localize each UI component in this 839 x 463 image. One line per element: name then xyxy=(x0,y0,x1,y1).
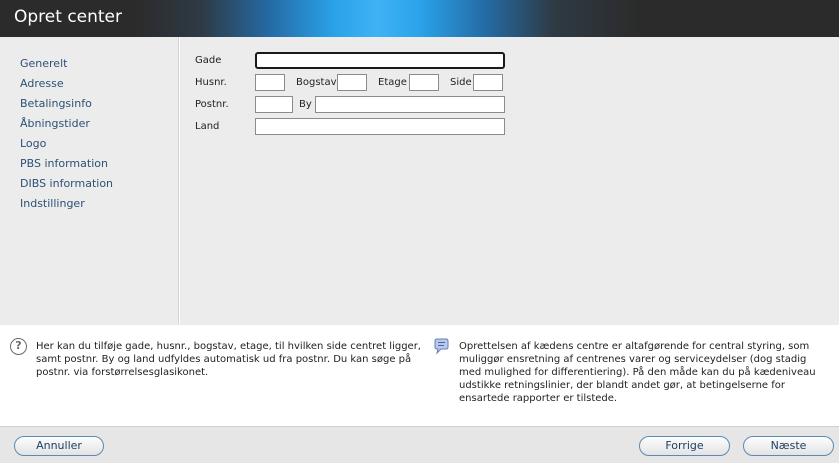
sidebar-item-generelt[interactable]: Generelt xyxy=(0,56,178,76)
etage-input[interactable] xyxy=(409,74,439,91)
sidebar-nav: Generelt Adresse Betalingsinfo Åbningsti… xyxy=(0,37,179,325)
gade-label: Gade xyxy=(195,55,222,66)
bogstav-label: Bogstav xyxy=(296,77,337,88)
speech-bubble-icon xyxy=(434,338,449,355)
land-input[interactable] xyxy=(255,118,505,135)
bogstav-input[interactable] xyxy=(337,74,367,91)
side-label: Side xyxy=(450,77,472,88)
sidebar-item-abningstider[interactable]: Åbningstider xyxy=(0,116,178,136)
husnr-input[interactable] xyxy=(255,74,285,91)
title-bar: Opret center xyxy=(0,0,839,37)
by-label: By xyxy=(299,99,312,110)
sidebar-item-dibs-information[interactable]: DIBS information xyxy=(0,176,178,196)
help-address-text: Her kan du tilføje gade, husnr., bogstav… xyxy=(36,341,421,378)
sidebar-item-betalingsinfo[interactable]: Betalingsinfo xyxy=(0,96,178,116)
sidebar-item-adresse[interactable]: Adresse xyxy=(0,76,178,96)
husnr-label: Husnr. xyxy=(195,77,227,88)
side-input[interactable] xyxy=(473,74,503,91)
postnr-label: Postnr. xyxy=(195,99,229,110)
sidebar-item-indstillinger[interactable]: Indstillinger xyxy=(0,196,178,216)
sidebar-item-pbs-information[interactable]: PBS information xyxy=(0,156,178,176)
window-title: Opret center xyxy=(14,7,123,27)
address-form: Gade Husnr. Bogstav Etage Side Postnr. B… xyxy=(180,37,839,325)
gade-input[interactable] xyxy=(255,52,505,69)
next-button[interactable]: Næste xyxy=(743,436,834,456)
sidebar-item-logo[interactable]: Logo xyxy=(0,136,178,156)
help-panel: ? Her kan du tilføje gade, husnr., bogst… xyxy=(0,325,839,426)
cancel-button[interactable]: Annuller xyxy=(14,436,104,456)
previous-button[interactable]: Forrige xyxy=(639,436,730,456)
help-info-text: Oprettelsen af kædens centre er altafgør… xyxy=(459,341,816,404)
land-label: Land xyxy=(195,121,220,132)
etage-label: Etage xyxy=(378,77,407,88)
question-circle-icon: ? xyxy=(10,338,27,355)
postnr-input[interactable] xyxy=(255,96,293,113)
footer-bar: Annuller Forrige Næste xyxy=(0,426,839,463)
by-input[interactable] xyxy=(315,96,505,113)
